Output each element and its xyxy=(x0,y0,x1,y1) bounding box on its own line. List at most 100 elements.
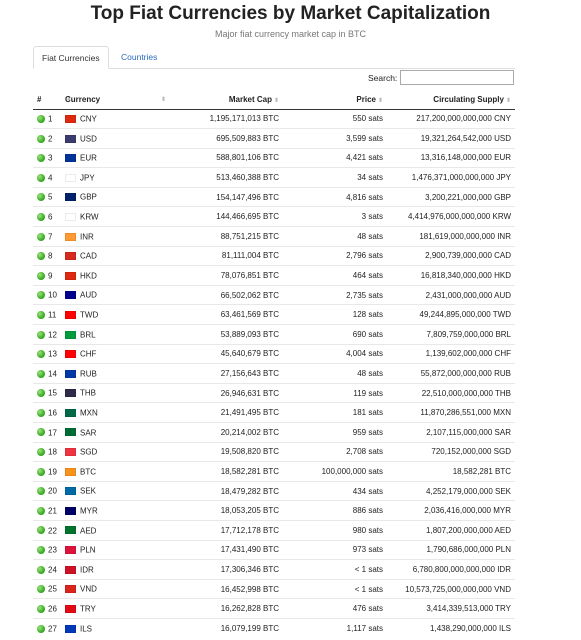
rank-cell: 12 xyxy=(33,324,61,345)
currency-code: SGD xyxy=(80,447,98,457)
price-cell: 2,708 sats xyxy=(283,441,387,462)
supply-cell: 181,619,000,000,000 INR xyxy=(387,226,515,247)
currency-cell: THB xyxy=(61,382,171,403)
column-header-currency[interactable]: Currency ⬍ xyxy=(61,91,171,110)
table-row[interactable]: 17 SAR 20,214,002 BTC 959 sats 2,107,115… xyxy=(33,422,515,443)
table-row[interactable]: 26 TRY 16,262,828 BTC 476 sats 3,414,339… xyxy=(33,598,515,619)
sort-arrows-icon: ⬍ xyxy=(505,98,511,105)
flag-icon xyxy=(65,448,76,457)
page-subtitle: Major fiat currency market cap in BTC xyxy=(214,29,367,39)
supply-cell: 217,200,000,000,000 CNY xyxy=(416,114,511,124)
flag-icon xyxy=(65,624,76,633)
supply-cell: 4,252,179,000,000 SEK xyxy=(387,480,515,501)
currency-cell: VND xyxy=(61,578,171,599)
table-row[interactable]: 6 KRW 144,466,695 BTC 3 sats 4,414,976,0… xyxy=(33,206,515,227)
table-row[interactable]: 11 TWD 63,461,569 BTC 128 sats 49,244,89… xyxy=(33,304,515,325)
currency-code: KRW xyxy=(80,212,99,222)
status-dot-icon xyxy=(37,154,45,163)
currency-cell: AUD xyxy=(61,284,171,305)
rank-cell: 1 xyxy=(33,109,61,129)
table-row[interactable]: 22 AED 17,712,178 BTC 980 sats 1,807,200… xyxy=(33,519,515,541)
table-row[interactable]: 18 SGD 19,508,820 BTC 2,708 sats 720,152… xyxy=(33,441,515,462)
rank-value: 18 xyxy=(48,447,57,457)
tab-countries[interactable]: Countries xyxy=(113,46,165,69)
price-cell: 476 sats xyxy=(283,598,387,619)
table-row[interactable]: 16 MXN 21,491,495 BTC 181 sats 11,870,28… xyxy=(33,402,515,423)
column-label-market-cap: Market Cap xyxy=(228,95,272,105)
price-cell: < 1 sats xyxy=(283,559,387,580)
currency-code: IDR xyxy=(80,565,94,575)
currency-code: TRY xyxy=(80,604,96,614)
rank-cell: 23 xyxy=(33,539,61,560)
table-row[interactable]: 4 JPY 513,460,388 BTC 34 sats 1,476,371,… xyxy=(33,167,515,188)
rank-value: 7 xyxy=(48,232,53,242)
table-row[interactable]: 8 CAD 81,111,004 BTC 2,796 sats 2,900,73… xyxy=(33,245,515,266)
currency-code: THB xyxy=(80,388,96,398)
market-cap-cell: 16,079,199 BTC xyxy=(171,617,283,639)
price-cell: 4,421 sats xyxy=(283,147,387,168)
rank-cell: 20 xyxy=(33,480,61,501)
table-row[interactable]: 14 RUB 27,156,643 BTC 48 sats 55,872,000… xyxy=(33,363,515,384)
table-row[interactable]: 9 HKD 78,076,851 BTC 464 sats 16,818,340… xyxy=(33,265,515,286)
table-row[interactable]: 25 VND 16,452,998 BTC < 1 sats 10,573,72… xyxy=(33,578,515,599)
table-row[interactable]: 21 MYR 18,053,205 BTC 886 sats 2,036,416… xyxy=(33,500,515,521)
rank-value: 16 xyxy=(48,408,57,418)
rank-cell: 7 xyxy=(33,226,61,247)
tab-fiat-currencies[interactable]: Fiat Currencies xyxy=(33,46,109,69)
price-cell: 4,816 sats xyxy=(283,186,387,207)
table-row[interactable]: 27 ILS 16,079,199 BTC 1,117 sats 1,438,2… xyxy=(33,617,515,639)
supply-cell: 2,900,739,000,000 CAD xyxy=(387,245,515,266)
table-row[interactable]: 3 EUR 588,801,106 BTC 4,421 sats 13,316,… xyxy=(33,147,515,168)
rank-value: 15 xyxy=(48,388,57,398)
currency-cell: RUB xyxy=(61,363,171,384)
price-cell: 550 sats xyxy=(352,114,383,124)
column-header-price[interactable]: Price ⬍ xyxy=(283,91,387,110)
table-row[interactable]: 15 THB 26,946,631 BTC 119 sats 22,510,00… xyxy=(33,382,515,403)
table-body: 1 CNY 1,195,171,013 BTC 550 sats 217,200… xyxy=(33,109,515,639)
currency-cell: CAD xyxy=(61,245,171,266)
flag-icon xyxy=(65,467,76,476)
table-row[interactable]: 13 CHF 45,640,679 BTC 4,004 sats 1,139,6… xyxy=(33,343,515,364)
supply-cell: 1,438,290,000,000 ILS xyxy=(387,617,515,639)
status-dot-icon xyxy=(37,193,45,202)
market-cap-cell: 18,582,281 BTC xyxy=(171,461,283,482)
currency-code: VND xyxy=(80,584,97,594)
table-row[interactable]: 12 BRL 53,889,093 BTC 690 sats 7,809,759… xyxy=(33,324,515,345)
page-title: Top Fiat Currencies by Market Capitaliza… xyxy=(90,3,491,24)
table-row[interactable]: 23 PLN 17,431,490 BTC 973 sats 1,790,686… xyxy=(33,539,515,560)
supply-cell: 16,818,340,000,000 HKD xyxy=(387,265,515,286)
rank-cell: 18 xyxy=(33,441,61,462)
table-row[interactable]: 24 IDR 17,306,346 BTC < 1 sats 6,780,800… xyxy=(33,559,515,580)
market-cap-cell: 20,214,002 BTC xyxy=(171,422,283,443)
rank-value: 12 xyxy=(48,330,57,340)
status-dot-icon xyxy=(37,369,45,378)
column-header-market-cap[interactable]: Market Cap ⬍ xyxy=(171,91,283,110)
rank-cell: 24 xyxy=(33,559,61,580)
flag-icon xyxy=(65,212,76,221)
currency-cell: IDR xyxy=(61,559,171,580)
currency-code: HKD xyxy=(80,271,97,281)
table-row[interactable]: 19 BTC 18,582,281 BTC 100,000,000 sats 1… xyxy=(33,461,515,482)
table-row[interactable]: 1 CNY 1,195,171,013 BTC 550 sats 217,200… xyxy=(33,109,515,129)
column-header-supply[interactable]: Circulating Supply ⬍ xyxy=(387,91,515,110)
sort-arrows-icon: ⬍ xyxy=(273,98,279,105)
market-cap-cell: 1,195,171,013 BTC xyxy=(209,114,279,124)
table-row[interactable]: 20 SEK 18,479,282 BTC 434 sats 4,252,179… xyxy=(33,480,515,501)
flag-icon xyxy=(65,428,76,437)
supply-cell: 55,872,000,000,000 RUB xyxy=(387,363,515,384)
table-row[interactable]: 10 AUD 66,502,062 BTC 2,735 sats 2,431,0… xyxy=(33,284,515,305)
flag-icon xyxy=(65,350,76,359)
table-row[interactable]: 2 USD 695,509,883 BTC 3,599 sats 19,321,… xyxy=(33,128,515,149)
rank-value: 6 xyxy=(48,212,53,222)
column-header-rank[interactable]: # ▲ xyxy=(33,91,72,110)
table-row[interactable]: 5 GBP 154,147,496 BTC 4,816 sats 3,200,2… xyxy=(33,186,515,207)
currency-code: BRL xyxy=(80,330,96,340)
table-row[interactable]: 7 INR 88,751,215 BTC 48 sats 181,619,000… xyxy=(33,226,515,247)
rank-cell: 5 xyxy=(33,186,61,207)
search-input[interactable] xyxy=(400,70,514,85)
currency-code: AUD xyxy=(80,290,97,300)
flag-icon xyxy=(65,604,76,613)
rank-value: 9 xyxy=(48,271,53,281)
currency-cell: USD xyxy=(61,128,171,149)
price-cell: 100,000,000 sats xyxy=(283,461,387,482)
